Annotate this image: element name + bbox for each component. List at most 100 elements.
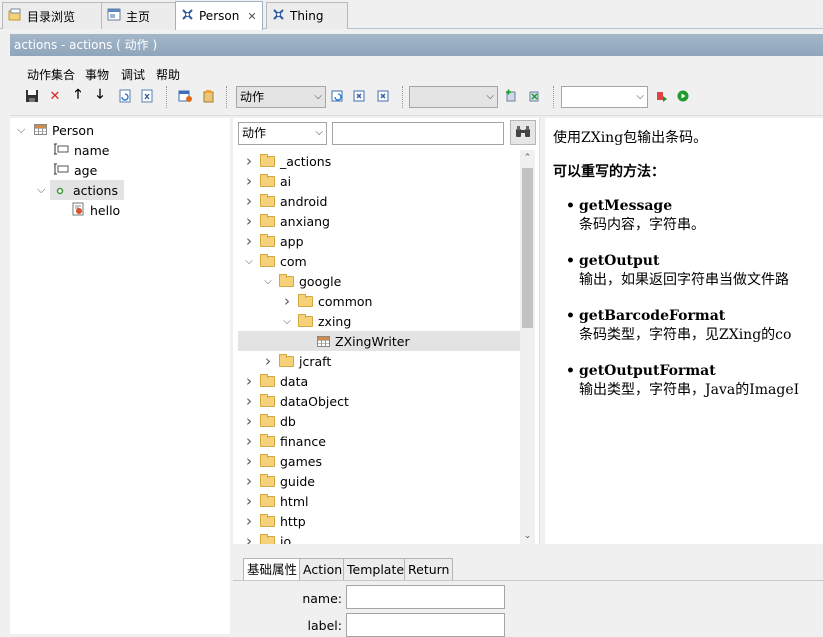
tree-thing-row[interactable]: ZXingWriter <box>238 331 520 351</box>
name-field[interactable] <box>346 585 505 609</box>
tree-folder-row[interactable]: ⌵ google <box>238 271 520 291</box>
delete-icon[interactable]: ✕ <box>46 87 64 105</box>
tree-folder-row[interactable]: ⌵ com <box>238 251 520 271</box>
tab-template[interactable]: Template <box>343 558 409 580</box>
tab-return[interactable]: Return <box>404 558 454 580</box>
save-icon[interactable] <box>23 87 41 105</box>
tree-node-age[interactable]: age <box>53 160 97 180</box>
tab-home[interactable]: 主页 <box>101 2 176 29</box>
library-search-input[interactable] <box>332 122 504 145</box>
tab-thing[interactable]: Thing <box>266 2 348 29</box>
chevron-right-icon[interactable]: › <box>243 452 255 470</box>
action-type-select[interactable]: 动作 ⌵ <box>236 86 326 108</box>
toolbar-select-2[interactable]: ⌵ <box>409 86 498 108</box>
chevron-right-icon[interactable]: › <box>243 412 255 430</box>
label-field[interactable] <box>346 613 505 637</box>
tree-row-label: http <box>280 513 306 529</box>
tab-person[interactable]: Person ✕ <box>175 1 263 30</box>
chevron-right-icon[interactable]: › <box>243 392 255 410</box>
tree-row-label: io <box>280 533 292 545</box>
chevron-down-icon[interactable]: ⌵ <box>243 256 255 267</box>
tab-basic-properties[interactable]: 基础属性 <box>243 558 302 580</box>
chevron-right-icon[interactable]: › <box>243 152 255 170</box>
tree-folder-row[interactable]: › dataObject <box>238 391 520 411</box>
folder-icon <box>260 413 275 427</box>
chevron-right-icon[interactable]: › <box>243 192 255 210</box>
tree-folder-row[interactable]: › common <box>238 291 520 311</box>
chevron-right-icon[interactable]: › <box>243 212 255 230</box>
tree-folder-row[interactable]: › games <box>238 451 520 471</box>
library-tree-scrollbar[interactable]: ⌃ ⌄ <box>520 150 535 544</box>
library-type-select[interactable]: 动作 ⌵ <box>238 122 327 145</box>
tree-folder-row[interactable]: › _actions <box>238 151 520 171</box>
menu-action-set[interactable]: 动作集合 <box>27 66 75 83</box>
tree-folder-row[interactable]: › http <box>238 511 520 531</box>
tree-row-label: ai <box>280 173 292 189</box>
menu-debug[interactable]: 调试 <box>121 66 145 83</box>
doc-method-item: • getOutput 输出，如果返回字符串当做文件路 <box>566 253 789 288</box>
thing-x-icon[interactable] <box>350 87 368 105</box>
tree-folder-row[interactable]: › jcraft <box>238 351 520 371</box>
tree-folder-row[interactable]: › db <box>238 411 520 431</box>
menu-thing[interactable]: 事物 <box>85 66 109 83</box>
tree-node-name[interactable]: name <box>53 140 109 160</box>
tree-node-hello[interactable]: hello <box>72 200 120 220</box>
folder-icon <box>298 293 313 307</box>
editor-title-bar: actions - actions ( 动作 ) <box>10 34 823 56</box>
chevron-right-icon[interactable]: › <box>243 532 255 544</box>
chevron-right-icon[interactable]: › <box>243 472 255 490</box>
tree-row-label: zxing <box>318 313 352 329</box>
chevron-down-icon[interactable]: ⌵ <box>37 183 45 197</box>
debug-run-icon[interactable] <box>652 87 670 105</box>
chevron-right-icon[interactable]: › <box>262 352 274 370</box>
toolbar-select-3[interactable]: ⌵ <box>561 86 648 108</box>
chevron-right-icon[interactable]: › <box>243 492 255 510</box>
chevron-down-icon[interactable]: ⌵ <box>17 123 25 137</box>
tree-node-actions[interactable]: actions <box>50 180 124 200</box>
tree-folder-row[interactable]: › ai <box>238 171 520 191</box>
tree-row-label: anxiang <box>280 213 330 229</box>
thing-editor-icon <box>272 8 285 24</box>
tree-node-person[interactable]: Person <box>34 120 94 140</box>
menu-help[interactable]: 帮助 <box>156 66 180 83</box>
thing-x-icon[interactable] <box>374 87 392 105</box>
xml-doc-icon[interactable] <box>138 87 156 105</box>
scrollbar-thumb[interactable] <box>522 168 533 328</box>
chevron-down-icon[interactable]: ⌵ <box>262 276 274 287</box>
chevron-right-icon[interactable]: › <box>281 292 293 310</box>
chevron-down-icon[interactable]: ⌄ <box>520 528 535 544</box>
tree-row-label: common <box>318 293 373 309</box>
remove-x-icon[interactable] <box>525 87 543 105</box>
run-icon[interactable] <box>674 87 692 105</box>
chevron-up-icon[interactable]: ⌃ <box>520 150 535 166</box>
add-green-icon[interactable] <box>502 87 520 105</box>
package-icon[interactable] <box>199 87 217 105</box>
arrow-up-icon[interactable]: 🡑 <box>69 87 87 105</box>
home-icon <box>107 8 121 24</box>
tab-action[interactable]: Action <box>299 558 347 580</box>
tree-folder-row[interactable]: › io <box>238 531 520 544</box>
tree-folder-row[interactable]: › app <box>238 231 520 251</box>
chevron-right-icon[interactable]: › <box>243 372 255 390</box>
tree-folder-row[interactable]: › data <box>238 371 520 391</box>
chevron-right-icon[interactable]: › <box>243 172 255 190</box>
new-window-icon[interactable] <box>328 87 346 105</box>
tree-folder-row[interactable]: › android <box>238 191 520 211</box>
tree-folder-row[interactable]: › html <box>238 491 520 511</box>
chevron-down-icon[interactable]: ⌵ <box>281 316 293 327</box>
folder-icon <box>279 353 294 367</box>
arrow-down-icon[interactable]: 🡓 <box>91 87 109 105</box>
chevron-right-icon[interactable]: › <box>243 512 255 530</box>
chevron-right-icon[interactable]: › <box>243 232 255 250</box>
tree-folder-row[interactable]: › finance <box>238 431 520 451</box>
close-icon[interactable]: ✕ <box>247 10 256 23</box>
chevron-right-icon[interactable]: › <box>243 432 255 450</box>
refresh-doc-icon[interactable] <box>116 87 134 105</box>
open-editor-icon[interactable] <box>176 87 194 105</box>
tree-folder-row[interactable]: › anxiang <box>238 211 520 231</box>
binoculars-button[interactable] <box>510 120 536 145</box>
tab-directory-browse[interactable]: 目录浏览 <box>2 2 102 29</box>
chevron-down-icon: ⌵ <box>315 127 323 138</box>
tree-folder-row[interactable]: ⌵ zxing <box>238 311 520 331</box>
tree-folder-row[interactable]: › guide <box>238 471 520 491</box>
